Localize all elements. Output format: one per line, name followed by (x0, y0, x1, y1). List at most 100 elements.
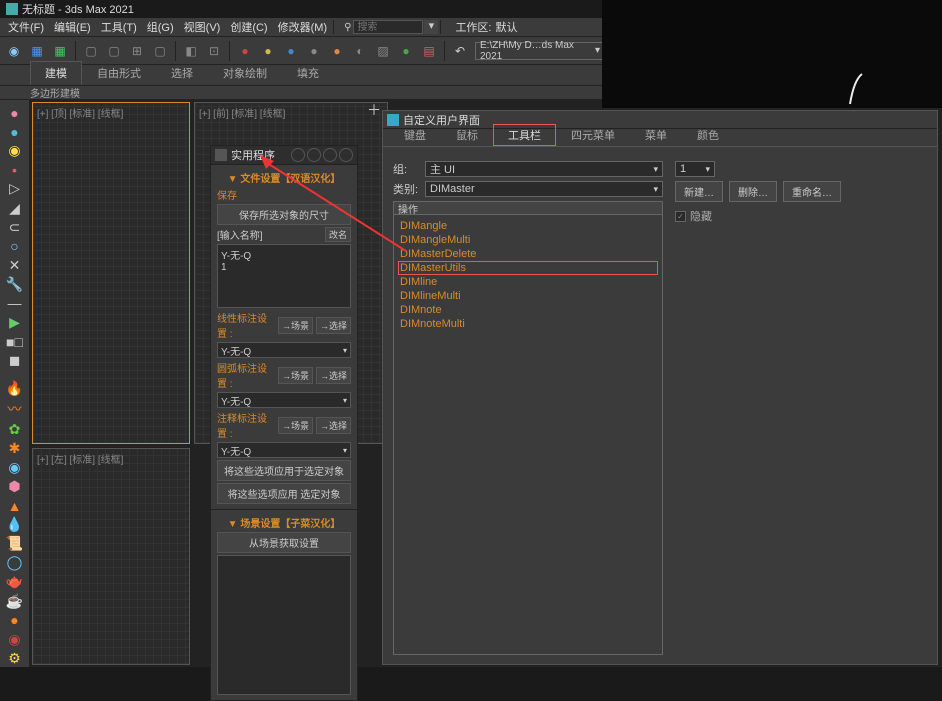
sphere-icon[interactable]: ◐ (350, 41, 370, 61)
rail-teapot-icon[interactable]: 🫖 (4, 573, 26, 590)
rail-wrench-icon[interactable]: 🔧 (4, 276, 26, 293)
tool-btn4[interactable]: ▢ (81, 41, 101, 61)
rail-ball-icon[interactable]: ● (4, 612, 26, 629)
tool-stack-icon[interactable]: ▤ (419, 41, 439, 61)
delete-button[interactable]: 删除… (729, 181, 777, 202)
attach-btn-1[interactable]: 将这些选项应用于选定对象 (217, 460, 351, 481)
action-item-3[interactable]: DIMasterUtils (398, 261, 658, 275)
rail-cross-icon[interactable]: ✕ (4, 257, 26, 274)
tool-btn9[interactable]: ⊡ (204, 41, 224, 61)
tab-color[interactable]: 颜色 (682, 124, 734, 146)
menu-create[interactable]: 创建(C) (226, 19, 271, 35)
command-tab-4[interactable] (339, 148, 353, 162)
rail-drop-icon[interactable]: 💧 (4, 516, 26, 533)
rail-sq-icon[interactable]: ■□ (4, 333, 26, 350)
rail-flame-icon[interactable]: ▲ (4, 497, 26, 514)
rail-lasso-icon[interactable]: ⊂ (4, 219, 26, 236)
rail-spiral-icon[interactable]: ◉ (4, 459, 26, 476)
menu-file[interactable]: 文件(F) (4, 19, 48, 35)
add-tab-icon[interactable]: ＋ (364, 100, 384, 120)
path-box[interactable]: E:\ZH\My D…ds Max 2021▾ (475, 42, 605, 60)
viewport-left-label[interactable]: [+] [左] [标准] [线框] (37, 451, 123, 466)
rail-fire-icon[interactable]: 🔥 (4, 380, 26, 397)
scene-pref-button[interactable]: 从场景获取设置 (217, 532, 351, 553)
action-item-1[interactable]: DIMangleMulti (398, 233, 658, 247)
action-item-4[interactable]: DIMline (398, 275, 658, 289)
arc-dropdown[interactable]: Y-无-Q (217, 392, 351, 408)
action-item-0[interactable]: DIMangle (398, 219, 658, 233)
tool-btn3[interactable]: ▦ (50, 41, 70, 61)
workspace-value[interactable]: 默认 (496, 19, 518, 35)
rail-sphere2-icon[interactable]: ● (4, 123, 26, 140)
ribbon-sub-label[interactable]: 多边形建模 (30, 85, 80, 100)
search-box[interactable]: ⚲ ▾ (344, 20, 438, 34)
sphere-gray-icon[interactable]: ● (304, 41, 324, 61)
ribbon-tab-objpaint[interactable]: 对象绘制 (208, 61, 282, 85)
list-row-2[interactable]: 1 (221, 262, 347, 273)
rail-sphere-icon[interactable]: ● (4, 104, 26, 121)
note-sel-btn[interactable]: →选择 (316, 417, 351, 434)
rail-coffee-icon[interactable]: ☕ (4, 592, 26, 609)
rename-button[interactable]: 重命名… (783, 181, 841, 202)
menu-edit[interactable]: 编辑(E) (50, 19, 95, 35)
utility-header[interactable]: 实用程序 (211, 146, 357, 164)
note-scene-btn[interactable]: →场景 (278, 417, 313, 434)
action-item-2[interactable]: DIMasterDelete (398, 247, 658, 261)
sphere-orange-icon[interactable]: ● (327, 41, 347, 61)
new-button[interactable]: 新建… (675, 181, 723, 202)
hatch-icon[interactable]: ▨ (373, 41, 393, 61)
linear-scene-btn[interactable]: →场景 (278, 317, 313, 334)
scene-settings-title[interactable]: ▼ 场景设置【子菜汉化】 (217, 515, 351, 530)
linear-sel-btn[interactable]: →选择 (316, 317, 351, 334)
rename-button[interactable]: 改名 (325, 227, 351, 242)
command-tab-2[interactable] (307, 148, 321, 162)
rail-spring-icon[interactable]: ⚙ (4, 650, 26, 667)
sphere-yellow-icon[interactable]: ● (258, 41, 278, 61)
rail-ring2-icon[interactable]: ◯ (4, 554, 26, 571)
viewport-left[interactable]: [+] [左] [标准] [线框] (32, 448, 190, 665)
ribbon-tab-freeform[interactable]: 自由形式 (82, 61, 156, 85)
menu-tools[interactable]: 工具(T) (97, 19, 141, 35)
viewport-front-label[interactable]: [+] [前] [标准] [线框] (199, 105, 285, 120)
note-dropdown[interactable]: Y-无-Q (217, 442, 351, 458)
save-selected-button[interactable]: 保存所选对象的尺寸 (217, 204, 351, 225)
scene-list[interactable] (217, 555, 351, 695)
rail-point-icon[interactable]: • (4, 161, 26, 178)
rail-toy-icon[interactable]: ⬢ (4, 478, 26, 495)
command-tab-3[interactable] (323, 148, 337, 162)
menu-view[interactable]: 视图(V) (180, 19, 225, 35)
list-row-1[interactable]: Y-无-Q (221, 247, 347, 262)
file-settings-title[interactable]: ▼ 文件设置【双语汉化】 (217, 170, 351, 185)
rail-drum-icon[interactable]: ◉ (4, 631, 26, 648)
rail-scroll-icon[interactable]: 📜 (4, 535, 26, 552)
rail-ring-icon[interactable]: ○ (4, 238, 26, 255)
tool-btn7[interactable]: ▢ (150, 41, 170, 61)
rail-bug-icon[interactable]: ✱ (4, 440, 26, 457)
group-dropdown[interactable]: 主 UI (425, 161, 663, 177)
name-list[interactable]: Y-无-Q 1 (217, 244, 351, 308)
arc-scene-btn[interactable]: →场景 (278, 367, 313, 384)
attach-btn-2[interactable]: 将这些选项应用 选定对象 (217, 483, 351, 504)
tool-btn2[interactable]: ▦ (27, 41, 47, 61)
tab-toolbar[interactable]: 工具栏 (493, 124, 556, 146)
action-list-header[interactable]: 操作 (393, 201, 663, 215)
menu-modifier[interactable]: 修改器(M) (274, 19, 332, 35)
undo-icon[interactable]: ↶ (450, 41, 470, 61)
tool-btn5[interactable]: ▢ (104, 41, 124, 61)
action-list[interactable]: DIMangle DIMangleMulti DIMasterDelete DI… (393, 215, 663, 655)
search-input[interactable] (353, 20, 423, 34)
right-count-dropdown[interactable]: 1 (675, 161, 715, 177)
ribbon-tab-modeling[interactable]: 建模 (30, 61, 82, 85)
tab-menu[interactable]: 菜单 (630, 124, 682, 146)
ribbon-tab-populate[interactable]: 填充 (282, 61, 334, 85)
tool-eye-icon[interactable]: ◉ (4, 41, 24, 61)
rail-wave-icon[interactable]: 〰 (4, 399, 26, 419)
tool-btn8[interactable]: ◧ (181, 41, 201, 61)
rail-leaf-icon[interactable]: ✿ (4, 421, 26, 438)
action-item-5[interactable]: DIMlineMulti (398, 289, 658, 303)
menu-group[interactable]: 组(G) (143, 19, 178, 35)
rail-edge-icon[interactable]: ◢ (4, 199, 26, 216)
viewport-top[interactable]: [+] [顶] [标准] [线框] (32, 102, 190, 444)
sphere-red-icon[interactable]: ● (235, 41, 255, 61)
tab-keyboard[interactable]: 键盘 (389, 124, 441, 146)
